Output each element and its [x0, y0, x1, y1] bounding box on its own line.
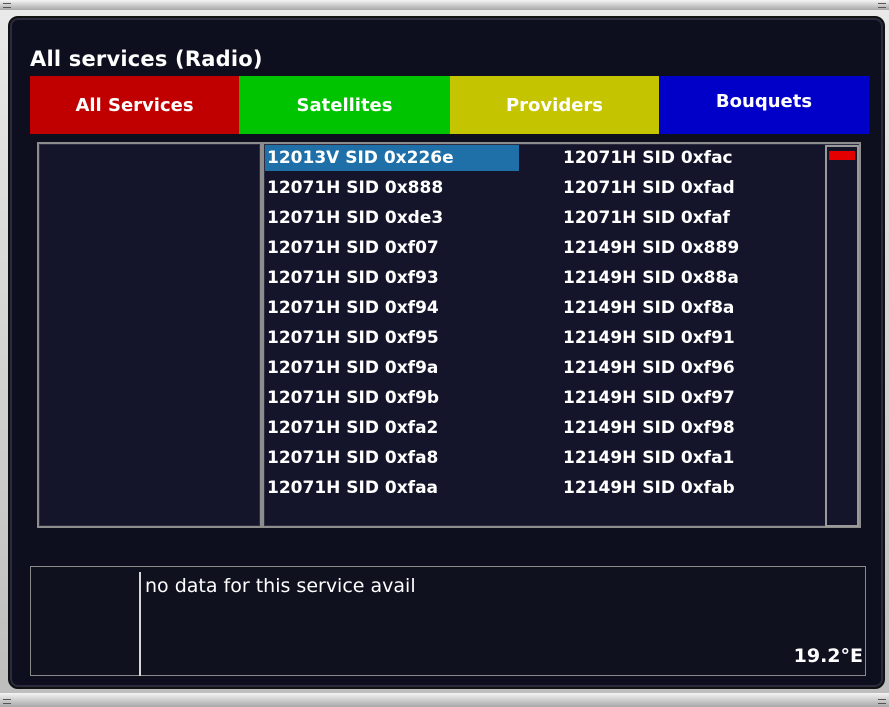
service-item[interactable]: 12071H SID 0xfaa [265, 475, 438, 501]
page-title: All services (Radio) [30, 47, 263, 71]
service-item[interactable]: 12071H SID 0x888 [265, 175, 443, 201]
service-item[interactable]: 12149H SID 0xf98 [561, 415, 735, 441]
service-item[interactable]: 12071H SID 0xfa8 [265, 445, 438, 471]
scrollbar-thumb[interactable] [829, 151, 855, 160]
left-list-panel[interactable] [37, 142, 262, 528]
grip-bottom-left-icon [3, 699, 11, 704]
service-item[interactable]: 12071H SID 0xfac [561, 145, 733, 171]
service-item[interactable]: 12149H SID 0x889 [561, 235, 739, 261]
grip-right-icon [878, 3, 886, 8]
service-item[interactable]: 12013V SID 0x226e [265, 145, 519, 171]
service-item[interactable]: 12071H SID 0xfad [561, 175, 735, 201]
service-item[interactable]: 12149H SID 0xf96 [561, 355, 735, 381]
service-item[interactable]: 12149H SID 0xfab [561, 475, 735, 501]
info-divider [139, 572, 141, 676]
tab-all-services[interactable]: All Services [30, 76, 239, 134]
tab-satellites[interactable]: Satellites [239, 76, 450, 134]
epg-info-text: no data for this service avail [145, 575, 416, 597]
service-item[interactable]: 12071H SID 0xf95 [265, 325, 439, 351]
tab-bouquets[interactable]: Bouquets [659, 76, 869, 134]
orbital-position: 19.2°E [793, 645, 863, 667]
service-item[interactable]: 12149H SID 0xf8a [561, 295, 734, 321]
tab-bouquets-label: Bouquets [715, 90, 813, 112]
service-item[interactable]: 12071H SID 0xf93 [265, 265, 439, 291]
service-item[interactable]: 12071H SID 0xf07 [265, 235, 439, 261]
grip-left-icon [3, 3, 11, 8]
service-item[interactable]: 12149H SID 0xf91 [561, 325, 735, 351]
grip-bottom-right-icon [878, 699, 886, 704]
service-item[interactable]: 12071H SID 0xf94 [265, 295, 439, 321]
window-bottom-frame [0, 693, 889, 707]
tab-providers-label: Providers [505, 94, 604, 116]
service-item[interactable]: 12071H SID 0xfa2 [265, 415, 438, 441]
tab-providers[interactable]: Providers [450, 76, 659, 134]
service-item[interactable]: 12149H SID 0x88a [561, 265, 739, 291]
service-item[interactable]: 12071H SID 0xde3 [265, 205, 443, 231]
service-item[interactable]: 12071H SID 0xf9a [265, 355, 438, 381]
tab-satellites-label: Satellites [296, 94, 393, 116]
info-panel: no data for this service avail 19.2°E [30, 566, 866, 676]
scrollbar[interactable] [825, 145, 859, 527]
service-item[interactable]: 12149H SID 0xf97 [561, 385, 735, 411]
service-item[interactable]: 12149H SID 0xfa1 [561, 445, 734, 471]
window-top-frame [0, 0, 889, 10]
service-item[interactable]: 12071H SID 0xfaf [561, 205, 730, 231]
tab-all-services-label: All Services [75, 94, 194, 116]
service-item[interactable]: 12071H SID 0xf9b [265, 385, 439, 411]
